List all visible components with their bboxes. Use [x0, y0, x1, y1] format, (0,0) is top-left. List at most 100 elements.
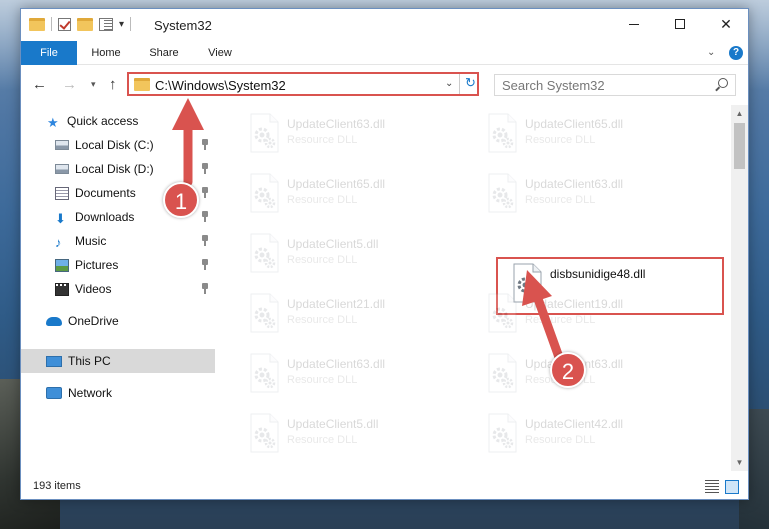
sidebar-item-onedrive[interactable]: OneDrive	[21, 309, 215, 333]
file-item[interactable]: UpdateClient63.dll Resource DLL	[473, 169, 693, 217]
file-type: Resource DLL	[525, 194, 596, 206]
address-divider	[459, 74, 460, 94]
callout-2: 2	[550, 352, 586, 388]
pc-icon	[46, 355, 62, 367]
minimize-button[interactable]	[611, 9, 657, 39]
details-view-icon[interactable]	[705, 480, 719, 494]
properties-check-icon[interactable]	[58, 17, 71, 31]
file-item[interactable]: UpdateClient19.dll Resource DLL	[473, 289, 693, 337]
pin-icon[interactable]	[201, 211, 209, 222]
recent-locations-dropdown[interactable]: ▾	[91, 79, 96, 90]
maximize-button[interactable]	[657, 9, 703, 39]
file-type: Resource DLL	[287, 254, 358, 266]
file-type: Resource DLL	[287, 134, 358, 146]
vertical-scrollbar[interactable]: ▲ ▼	[731, 105, 748, 471]
sidebar-item-label: Music	[75, 234, 107, 248]
back-button[interactable]: ←	[32, 76, 47, 93]
sidebar-item-videos[interactable]: Videos	[21, 277, 215, 301]
disk-icon	[55, 140, 69, 150]
file-name: UpdateClient5.dll	[287, 237, 379, 251]
disk-icon	[55, 164, 69, 174]
pin-icon[interactable]	[201, 283, 209, 294]
toolbar-divider	[51, 17, 52, 31]
navigation-pane: ★ Quick access Local Disk (C:) Local Dis…	[21, 105, 215, 471]
sidebar-item-pictures[interactable]: Pictures	[21, 253, 215, 277]
tab-view[interactable]: View	[193, 41, 247, 65]
maximize-icon	[675, 19, 685, 29]
download-icon: ⬇	[55, 210, 66, 226]
file-item[interactable]: UpdateClient63.dll Resource DLL	[235, 349, 455, 397]
pictures-icon	[55, 258, 69, 272]
pin-icon[interactable]	[201, 163, 209, 174]
dll-file-icon	[250, 173, 279, 213]
new-folder-icon[interactable]	[77, 17, 93, 31]
large-icons-view-icon[interactable]	[725, 480, 739, 494]
pin-icon[interactable]	[201, 139, 209, 150]
file-item[interactable]: UpdateClient5.dll Resource DLL	[235, 409, 455, 457]
scroll-down-icon[interactable]: ▼	[731, 454, 748, 471]
sidebar-item-music[interactable]: ♪ Music	[21, 229, 215, 253]
navigation-bar: ← → ▾ ↑ C:\Windows\System32 ⌄ ↻ Search S…	[21, 66, 748, 102]
sidebar-item-label: Documents	[75, 186, 136, 200]
file-item[interactable]: UpdateClient63.dll Resource DLL	[235, 109, 455, 157]
address-history-dropdown-icon[interactable]: ⌄	[445, 78, 453, 89]
file-name: UpdateClient63.dll	[525, 177, 624, 191]
pin-icon[interactable]	[201, 259, 209, 270]
sidebar-item-local-disk-d[interactable]: Local Disk (D:)	[21, 157, 215, 181]
dll-file-icon	[488, 413, 517, 453]
forward-button[interactable]: →	[62, 76, 77, 93]
sidebar-item-network[interactable]: Network	[21, 381, 215, 405]
close-button[interactable]: ✕	[703, 9, 749, 39]
refresh-icon[interactable]: ↻	[465, 75, 476, 91]
sidebar-item-local-disk-c[interactable]: Local Disk (C:)	[21, 133, 215, 157]
ribbon-tabs: File Home Share View ⌄ ?	[21, 41, 748, 65]
sidebar-item-label: Network	[68, 386, 113, 400]
search-icon[interactable]	[718, 78, 728, 88]
tab-file[interactable]: File	[21, 41, 77, 65]
address-path[interactable]: C:\Windows\System32	[155, 78, 286, 93]
window-title: System32	[154, 18, 212, 33]
item-count: 193 items	[33, 480, 81, 492]
file-name: UpdateClient65.dll	[287, 177, 386, 191]
title-bar: ▾ System32 ✕	[21, 9, 748, 41]
dll-file-icon	[488, 113, 517, 153]
file-item[interactable]: UpdateClient21.dll Resource DLL	[235, 289, 455, 337]
file-list: UpdateClient63.dll Resource DLL UpdateClie…	[223, 105, 731, 471]
expand-ribbon-chevron-icon[interactable]: ⌄	[707, 47, 715, 58]
search-input[interactable]: Search System32	[494, 74, 736, 96]
tab-home[interactable]: Home	[77, 41, 135, 65]
customize-toolbar-dropdown-icon[interactable]: ▾	[119, 19, 124, 30]
up-button[interactable]: ↑	[109, 76, 117, 93]
search-placeholder: Search System32	[502, 78, 605, 93]
sidebar-item-label: OneDrive	[68, 314, 119, 328]
address-bar[interactable]: C:\Windows\System32 ⌄ ↻	[127, 72, 479, 96]
scrollbar-thumb[interactable]	[734, 123, 745, 169]
sidebar-item-quick-access[interactable]: ★ Quick access	[21, 109, 215, 133]
explorer-window: ▾ System32 ✕ File Home Share View ⌄ ? ← …	[20, 8, 749, 500]
minimize-icon	[629, 23, 639, 25]
sidebar-item-this-pc[interactable]: This PC	[21, 349, 215, 373]
file-item[interactable]: UpdateClient65.dll Resource DLL	[235, 169, 455, 217]
file-name: UpdateClient63.dll	[287, 117, 386, 131]
file-item[interactable]: UpdateClient42.dll Resource DLL	[473, 409, 693, 457]
sidebar-item-label: Local Disk (C:)	[75, 138, 154, 152]
pin-icon[interactable]	[201, 187, 209, 198]
file-name: UpdateClient19.dll	[525, 297, 624, 311]
file-type: Resource DLL	[287, 194, 358, 206]
dll-file-icon	[488, 293, 517, 333]
help-icon[interactable]: ?	[729, 46, 743, 60]
pin-icon[interactable]	[201, 235, 209, 246]
file-item[interactable]: UpdateClient65.dll Resource DLL	[473, 109, 693, 157]
properties-icon[interactable]	[99, 17, 113, 31]
sidebar-item-label: Pictures	[75, 258, 119, 272]
file-item[interactable]: UpdateClient5.dll Resource DLL	[235, 229, 455, 277]
videos-icon	[55, 282, 69, 296]
scroll-up-icon[interactable]: ▲	[731, 105, 748, 122]
dll-file-icon	[250, 413, 279, 453]
file-name: UpdateClient65.dll	[525, 117, 624, 131]
tab-share[interactable]: Share	[135, 41, 193, 65]
star-icon: ★	[47, 114, 59, 130]
music-icon: ♪	[55, 234, 62, 250]
cloud-icon	[46, 316, 62, 326]
sidebar-item-label: Local Disk (D:)	[75, 162, 154, 176]
